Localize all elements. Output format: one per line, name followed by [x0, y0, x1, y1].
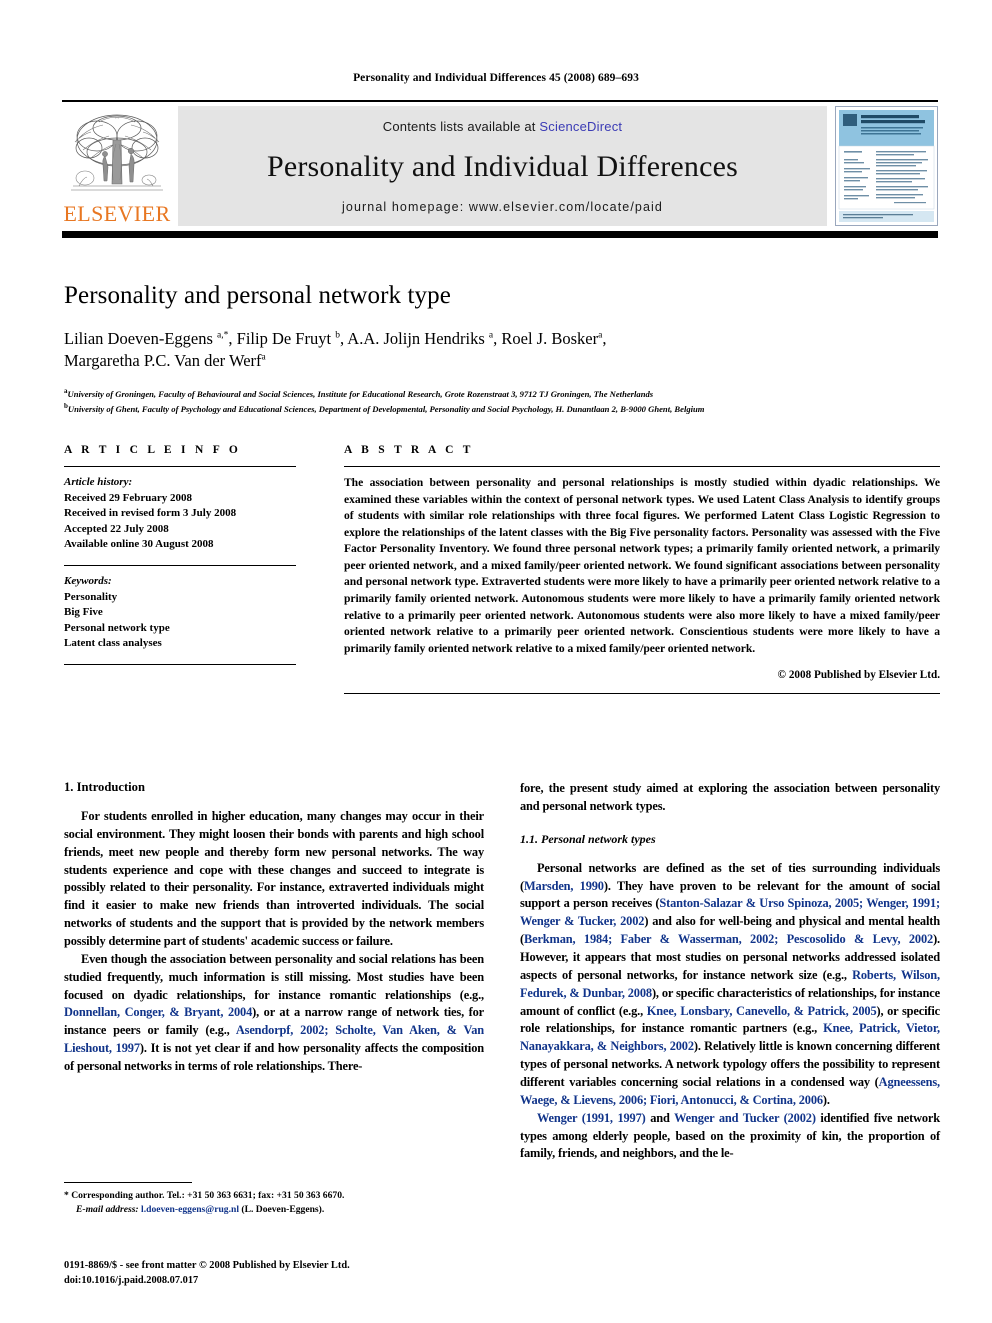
journal-cover-thumbnail[interactable] — [835, 106, 938, 226]
author-sep-4: , — [602, 328, 607, 348]
elsevier-logo: ELSEVIER — [62, 106, 172, 226]
citation-link[interactable]: Knee, Lonsbary, Canevello, & Patrick, 20… — [647, 1004, 877, 1018]
email-label: E-mail address: — [76, 1203, 139, 1215]
author-sep-1: , Filip De Fruyt — [228, 328, 336, 348]
corresponding-author-footnote: * Corresponding author. Tel.: +31 50 363… — [64, 1182, 484, 1217]
history-item: Received in revised form 3 July 2008 — [64, 507, 237, 520]
page-footer: 0191-8869/$ - see front matter © 2008 Pu… — [64, 1258, 564, 1288]
affiliation-b-text: University of Ghent, Faculty of Psycholo… — [67, 404, 705, 415]
para-text: Even though the association between pers… — [64, 951, 484, 1002]
para-text: ). — [822, 1092, 830, 1107]
article-info-rule — [64, 466, 296, 467]
subsection-heading-personal-network-types: 1.1. Personal network types — [520, 831, 656, 846]
history-item: Available online 30 August 2008 — [64, 538, 214, 551]
info-abstract-region: A R T I C L E I N F O Article history: R… — [64, 444, 940, 695]
contents-lists-line: Contents lists available at ScienceDirec… — [383, 119, 622, 134]
footnote-marker: * — [64, 1190, 69, 1201]
paragraph: Wenger (1991, 1997) and Wenger and Tucke… — [520, 1110, 940, 1164]
abstract-bottom-rule — [344, 693, 940, 695]
article-info-bottom-rule — [64, 664, 296, 666]
author-1-sup: a,* — [217, 330, 229, 340]
citation-link[interactable]: Marsden, 1990 — [524, 879, 604, 893]
journal-homepage-link[interactable]: journal homepage: www.elsevier.com/locat… — [342, 200, 663, 214]
running-head: Personality and Individual Differences 4… — [353, 72, 639, 84]
affiliation-a: aUniversity of Groningen, Faculty of Beh… — [64, 386, 940, 401]
body-right-column: fore, the present study aimed at explori… — [520, 780, 940, 1163]
keywords-rule — [64, 565, 296, 567]
journal-banner: Contents lists available at ScienceDirec… — [178, 106, 827, 226]
author-list: Lilian Doeven-Eggens a,*, Filip De Fruyt… — [64, 328, 940, 373]
email-link[interactable]: l.doeven-eggens@rug.nl — [141, 1204, 239, 1215]
affiliations: aUniversity of Groningen, Faculty of Beh… — [64, 386, 940, 416]
history-item: Received 29 February 2008 — [64, 491, 192, 504]
issn-copyright-line: 0191-8869/$ - see front matter © 2008 Pu… — [64, 1260, 350, 1271]
body-columns: 1. Introduction For students enrolled in… — [64, 780, 940, 1163]
body-left-column: 1. Introduction For students enrolled in… — [64, 780, 484, 1163]
author-sep-3: , Roel J. Bosker — [493, 328, 599, 348]
keywords-title: Keywords: — [64, 575, 112, 588]
title-block: Personality and personal network type Li… — [64, 282, 940, 416]
article-history-group: Article history: Received 29 February 20… — [64, 475, 296, 553]
journal-title: Personality and Individual Differences — [266, 150, 739, 183]
citation-link[interactable]: Wenger and Tucker (2002) — [674, 1111, 816, 1125]
footnote-text: * Corresponding author. Tel.: +31 50 363… — [64, 1189, 484, 1217]
citation-link[interactable]: Berkman, 1984; Faber & Wasserman, 2002; … — [524, 932, 933, 946]
paragraph: Even though the association between pers… — [64, 951, 484, 1076]
affiliation-a-text: University of Groningen, Faculty of Beha… — [67, 388, 654, 399]
keyword-item: Latent class analyses — [64, 637, 162, 650]
para-text: and — [645, 1110, 675, 1125]
paragraph: Personal networks are defined as the set… — [520, 860, 940, 1110]
author-5: Margaretha P.C. Van der Werf — [64, 350, 262, 370]
keyword-item: Personality — [64, 590, 118, 603]
citation-link[interactable]: Wenger (1991, 1997) — [537, 1111, 646, 1125]
author-sep-2: , A.A. Jolijn Hendriks — [339, 328, 489, 348]
article-page: Personality and Individual Differences 4… — [0, 0, 992, 1323]
sciencedirect-link[interactable]: ScienceDirect — [539, 119, 622, 134]
abstract-text: The association between personality and … — [344, 476, 940, 655]
journal-masthead: ELSEVIER Contents lists available at Sci… — [62, 100, 938, 238]
paragraph: For students enrolled in higher educatio… — [64, 809, 484, 949]
journal-cover-image — [836, 107, 937, 225]
keyword-item: Personal network type — [64, 621, 170, 634]
author-1: Lilian Doeven-Eggens — [64, 328, 218, 348]
email-suffix: (L. Doeven-Eggens). — [241, 1203, 325, 1215]
keyword-item: Big Five — [64, 606, 103, 619]
affiliation-b: bUniversity of Ghent, Faculty of Psychol… — [64, 401, 940, 416]
author-5-sup: a — [261, 352, 266, 363]
article-info-label: A R T I C L E I N F O — [64, 444, 242, 456]
page-title: Personality and personal network type — [64, 282, 451, 309]
section-heading-introduction: 1. Introduction — [64, 780, 145, 794]
article-history-title: Article history: — [64, 476, 133, 488]
copyright-line: © 2008 Published by Elsevier Ltd. — [777, 669, 940, 682]
elsevier-tree-icon — [71, 114, 163, 191]
abstract-rule — [344, 466, 940, 467]
history-item: Accepted 22 July 2008 — [64, 522, 169, 535]
paragraph: fore, the present study aimed at explori… — [520, 781, 940, 813]
masthead-bottom-bar — [62, 231, 938, 238]
abstract-label: A B S T R A C T — [344, 444, 474, 456]
footnote-line1: Corresponding author. Tel.: +31 50 363 6… — [71, 1190, 345, 1201]
doi-line: doi:10.1016/j.paid.2008.07.017 — [64, 1275, 199, 1287]
abstract-column: A B S T R A C T The association between … — [344, 444, 940, 695]
contents-prefix: Contents lists available at — [382, 119, 540, 134]
masthead-top-rule — [62, 100, 938, 102]
citation-link[interactable]: Donnellan, Conger, & Bryant, 2004 — [64, 1005, 252, 1019]
keywords-group: Keywords: Personality Big Five Personal … — [64, 574, 296, 652]
article-info-column: A R T I C L E I N F O Article history: R… — [64, 444, 296, 694]
footnote-rule — [64, 1182, 192, 1183]
elsevier-wordmark: ELSEVIER — [63, 201, 171, 226]
